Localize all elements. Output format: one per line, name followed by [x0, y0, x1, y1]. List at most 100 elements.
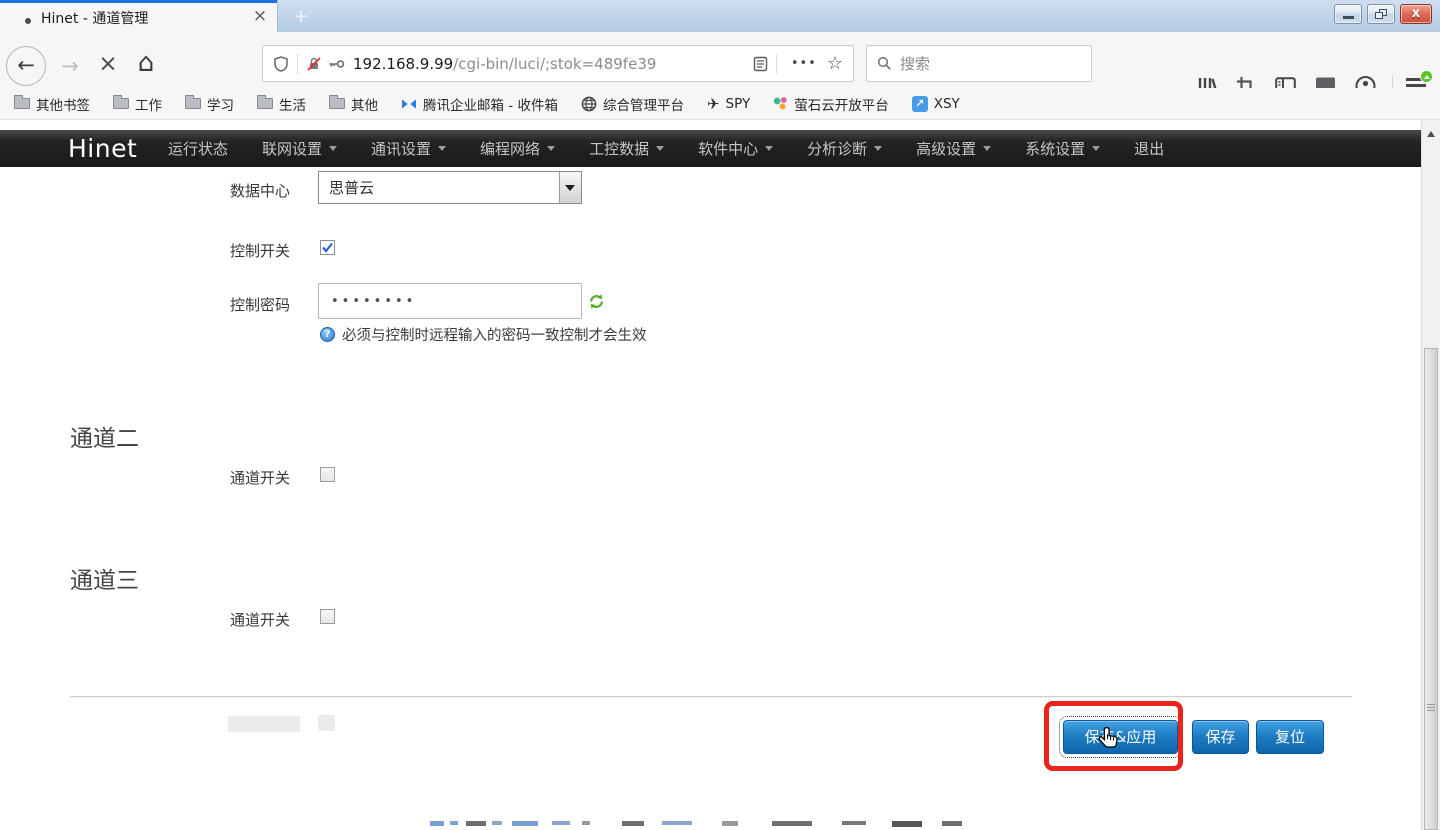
bookmark-life[interactable]: 生活 [257, 94, 306, 114]
url-host: 192.168.9.99 [353, 55, 453, 73]
scroll-up-icon[interactable] [1427, 127, 1435, 137]
plane-icon: ✈ [707, 95, 720, 113]
minimize-icon [1343, 16, 1354, 19]
url-text[interactable]: 192.168.9.99/cgi-bin/luci/;stok=489fe39 [353, 55, 753, 73]
bookmark-tencent-mail[interactable]: 腾讯企业邮箱 - 收件箱 [401, 94, 558, 114]
nav-advanced-settings[interactable]: 高级设置 [916, 138, 991, 159]
control-switch-label: 控制开关 [230, 240, 290, 261]
new-tab-button[interactable]: + [288, 4, 314, 29]
site-logo: Hinet [68, 130, 137, 167]
bookmark-other-bookmarks[interactable]: 其他书签 [14, 94, 90, 114]
bookmark-study[interactable]: 学习 [185, 94, 234, 114]
section-title-channel-3: 通道三 [70, 561, 139, 595]
refresh-icon[interactable] [588, 293, 605, 310]
channel3-switch-checkbox[interactable] [320, 609, 335, 624]
checkmark-icon [321, 241, 334, 254]
control-switch-checkbox[interactable] [320, 240, 335, 255]
bookmark-other[interactable]: 其他 [329, 94, 378, 114]
channel2-switch-label: 通道开关 [230, 467, 290, 488]
folder-icon [185, 98, 201, 109]
tracking-protection-shield-icon[interactable] [273, 56, 289, 72]
update-badge-icon [1420, 70, 1433, 83]
scrollbar-thumb[interactable] [1424, 348, 1438, 830]
nav-network-settings[interactable]: 联网设置 [262, 138, 337, 159]
chevron-down-icon [438, 146, 446, 155]
reset-button[interactable]: 复位 [1256, 720, 1324, 754]
nav-comm-settings[interactable]: 通讯设置 [371, 138, 446, 159]
nav-industrial-data[interactable]: 工控数据 [589, 138, 664, 159]
chevron-down-icon [656, 146, 664, 155]
home-button[interactable]: ⌂ [131, 46, 161, 80]
active-tab-stripe [0, 0, 277, 3]
page-actions-icon[interactable]: ••• [791, 56, 817, 71]
save-button[interactable]: 保存 [1192, 720, 1249, 754]
data-center-select[interactable]: 思普云 [318, 171, 582, 204]
reader-mode-icon[interactable] [753, 56, 768, 72]
close-icon: x [1401, 5, 1431, 23]
ghost-artifact [318, 715, 335, 731]
folder-icon [257, 98, 273, 109]
password-hint-text: 必须与控制时远程输入的密码一致控制才会生效 [342, 324, 647, 345]
urlbar-divider [776, 54, 777, 74]
url-path: /cgi-bin/luci/;stok=489fe39 [453, 55, 656, 73]
bookmark-mgmt-platform[interactable]: 综合管理平台 [581, 94, 684, 114]
chevron-down-icon [1092, 146, 1100, 155]
form-divider [70, 696, 1352, 698]
bookmark-xsy[interactable]: ↗ XSY [912, 96, 960, 112]
tab-favicon-icon [25, 18, 31, 24]
bookmark-star-icon[interactable]: ☆ [827, 53, 843, 74]
data-center-label: 数据中心 [230, 180, 290, 201]
nav-system-settings[interactable]: 系统设置 [1025, 138, 1100, 159]
nav-prog-network[interactable]: 编程网络 [480, 138, 555, 159]
globe-icon [581, 96, 597, 112]
chevron-down-icon [765, 146, 773, 155]
minimize-button[interactable] [1334, 4, 1362, 24]
bookmarks-bar: 其他书签 工作 学习 生活 其他 腾讯企业邮箱 - 收件箱 综合管理平台 ✈ S… [0, 88, 1440, 120]
masked-password: •••••••• [331, 294, 416, 309]
tab-close-icon[interactable]: × [248, 4, 272, 28]
chevron-down-icon [874, 146, 882, 155]
urlbar-divider [297, 54, 298, 74]
channel3-switch-label: 通道开关 [230, 609, 290, 630]
browser-tab[interactable]: Hinet - 通道管理 × [0, 0, 278, 32]
folder-icon [14, 98, 30, 109]
data-center-value: 思普云 [319, 177, 559, 198]
nav-run-status[interactable]: 运行状态 [168, 138, 228, 159]
nav-analysis-diagnosis[interactable]: 分析诊断 [807, 138, 882, 159]
password-hint-row: ? 必须与控制时远程输入的密码一致控制才会生效 [320, 324, 647, 345]
arrow-tile-icon: ↗ [912, 96, 928, 112]
tab-title: Hinet - 通道管理 [41, 8, 148, 28]
nav-software-center[interactable]: 软件中心 [698, 138, 773, 159]
bookmark-work[interactable]: 工作 [113, 94, 162, 114]
search-input[interactable]: 搜索 [866, 45, 1092, 82]
control-password-field[interactable]: •••••••• [318, 283, 582, 319]
site-navbar: Hinet 运行状态 联网设置 通讯设置 编程网络 工控数据 软件中心 分析诊断… [0, 130, 1421, 167]
insecure-lock-icon[interactable] [306, 56, 322, 72]
search-placeholder: 搜索 [900, 53, 930, 74]
restore-button[interactable] [1367, 4, 1395, 24]
chevron-down-icon [547, 146, 555, 155]
bookmark-spy[interactable]: ✈ SPY [707, 95, 750, 113]
forward-button[interactable]: → [56, 52, 84, 80]
bookmark-ezviz[interactable]: 萤石云开放平台 [773, 94, 889, 114]
select-dropdown-icon[interactable] [559, 172, 581, 203]
scrollbar-grip-icon [1427, 704, 1435, 713]
page-scrollbar[interactable] [1421, 120, 1440, 830]
ezviz-icon [773, 96, 788, 111]
help-icon: ? [320, 327, 335, 342]
chevron-down-icon [329, 146, 337, 155]
chevron-down-icon [983, 146, 991, 155]
ghost-artifact [228, 716, 300, 732]
back-button[interactable]: ← [6, 46, 46, 86]
key-icon[interactable] [328, 56, 345, 72]
stop-button[interactable]: × [94, 49, 122, 79]
folder-icon [113, 98, 129, 109]
control-password-label: 控制密码 [230, 294, 290, 315]
url-bar[interactable]: 192.168.9.99/cgi-bin/luci/;stok=489fe39 … [262, 45, 854, 82]
folder-icon [329, 98, 345, 109]
browser-toolbar: ← → × ⌂ 192.168.9.99/cgi-bin/luci/;stok=… [0, 32, 1440, 88]
close-button[interactable]: x [1400, 4, 1432, 24]
channel2-switch-checkbox[interactable] [320, 467, 335, 482]
window-titlebar: Hinet - 通道管理 × + x [0, 0, 1440, 32]
nav-logout[interactable]: 退出 [1134, 138, 1164, 159]
